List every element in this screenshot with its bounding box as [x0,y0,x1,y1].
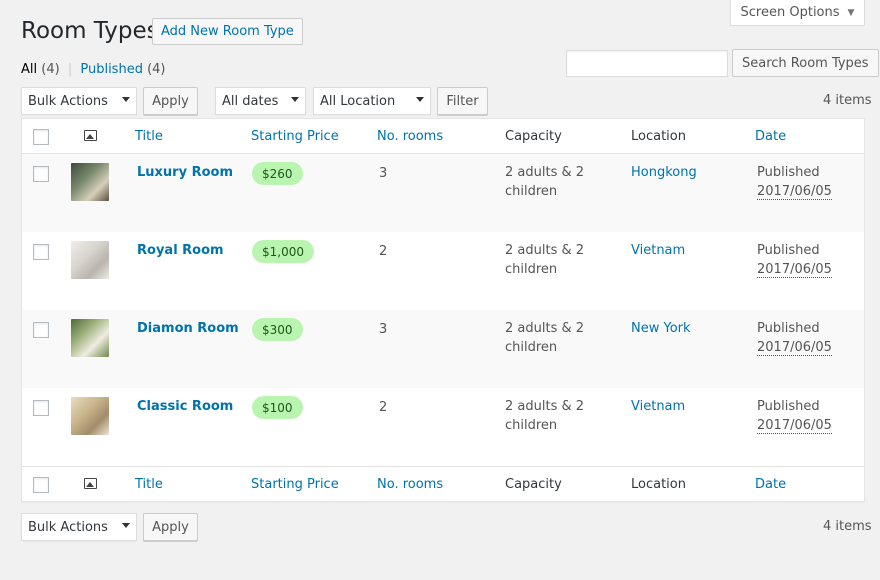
room-thumbnail[interactable] [71,241,109,279]
location-filter-select[interactable]: All Location [313,87,431,115]
capacity-text: 2 adults & 2 children [505,399,585,433]
status-text: Published [757,321,820,336]
status-filter-links: All (4) | Published (4) [21,62,166,77]
image-icon [84,130,97,141]
select-all-checkbox-bottom[interactable] [33,477,49,493]
chevron-down-icon [416,97,424,102]
chevron-down-icon [122,523,130,528]
chevron-down-icon [291,97,299,102]
apply-button-top[interactable]: Apply [143,87,198,115]
capacity-text: 2 adults & 2 children [505,321,585,355]
column-location: Location [631,129,686,144]
column-date[interactable]: Date [755,129,786,144]
status-text: Published [757,399,820,414]
location-link[interactable]: Vietnam [631,243,685,258]
row-checkbox[interactable] [33,322,49,338]
search-input[interactable] [566,50,728,77]
column-location: Location [631,477,686,492]
column-no-rooms[interactable]: No. rooms [377,129,443,144]
price-badge: $1,000 [252,240,314,263]
publish-date: 2017/06/05 [757,418,832,434]
column-capacity: Capacity [505,477,562,492]
publish-date: 2017/06/05 [757,340,832,356]
price-badge: $100 [252,396,303,419]
room-title-link[interactable]: Diamon Room [137,321,239,336]
table-row: Classic Room $100 2 2 adults & 2 childre… [22,388,864,466]
rooms-count: 2 [379,400,388,415]
bulk-actions-select-top[interactable]: Bulk Actions [21,87,137,115]
location-filter-value: All Location [320,93,396,109]
row-checkbox[interactable] [33,244,49,260]
select-all-checkbox[interactable] [33,129,49,145]
filter-published-label: Published [80,62,143,77]
bulk-actions-value: Bulk Actions [28,519,108,535]
table-row: Luxury Room $260 3 2 adults & 2 children… [22,154,864,232]
image-icon [84,478,97,489]
table-row: Royal Room $1,000 2 2 adults & 2 childre… [22,232,864,310]
location-link[interactable]: Vietnam [631,399,685,414]
publish-date: 2017/06/05 [757,262,832,278]
search-room-types-button[interactable]: Search Room Types [732,49,879,77]
status-text: Published [757,243,820,258]
table-row: Diamon Room $300 3 2 adults & 2 children… [22,310,864,388]
filter-published-link[interactable]: Published (4) [80,62,165,77]
filter-published-count: (4) [147,62,166,77]
price-badge: $260 [252,162,303,185]
room-title-link[interactable]: Royal Room [137,243,224,258]
column-no-rooms[interactable]: No. rooms [377,477,443,492]
page-title: Room Types [21,18,159,44]
screen-options-label: Screen Options [740,5,840,20]
room-title-link[interactable]: Luxury Room [137,165,233,180]
column-title[interactable]: Title [135,477,163,492]
filter-button[interactable]: Filter [437,87,488,115]
publish-date: 2017/06/05 [757,184,832,200]
dates-filter-value: All dates [222,93,279,109]
filter-all-count: (4) [41,62,60,77]
caret-down-icon: ▼ [847,7,855,18]
screen-options-button[interactable]: Screen Options ▼ [730,0,865,26]
bulk-actions-value: Bulk Actions [28,93,108,109]
rooms-count: 2 [379,244,388,259]
room-thumbnail[interactable] [71,163,109,201]
rooms-count: 3 [379,166,388,181]
capacity-text: 2 adults & 2 children [505,243,585,277]
row-checkbox[interactable] [33,400,49,416]
column-capacity: Capacity [505,129,562,144]
room-types-table: Title Starting Price No. rooms Capacity … [21,118,865,502]
date-cell: Published 2017/06/05 [757,163,832,201]
table-header: Title Starting Price No. rooms Capacity … [22,119,864,154]
items-count-bottom: 4 items [823,519,872,534]
capacity-text: 2 adults & 2 children [505,165,585,199]
row-checkbox[interactable] [33,166,49,182]
price-badge: $300 [252,318,303,341]
filter-separator: | [67,62,73,77]
room-thumbnail[interactable] [71,319,109,357]
chevron-down-icon [122,97,130,102]
filter-all-label: All [21,62,38,77]
column-starting-price[interactable]: Starting Price [251,477,339,492]
add-new-room-type-button[interactable]: Add New Room Type [152,18,303,45]
date-cell: Published 2017/06/05 [757,397,832,435]
date-cell: Published 2017/06/05 [757,319,832,357]
apply-button-bottom[interactable]: Apply [143,513,198,541]
bulk-actions-select-bottom[interactable]: Bulk Actions [21,513,137,541]
dates-filter-select[interactable]: All dates [215,87,306,115]
room-title-link[interactable]: Classic Room [137,399,233,414]
date-cell: Published 2017/06/05 [757,241,832,279]
filter-all-link[interactable]: All (4) [21,62,60,77]
status-text: Published [757,165,820,180]
column-date[interactable]: Date [755,477,786,492]
table-footer: Title Starting Price No. rooms Capacity … [22,466,864,501]
column-title[interactable]: Title [135,129,163,144]
location-link[interactable]: New York [631,321,691,336]
rooms-count: 3 [379,322,388,337]
items-count-top: 4 items [823,93,872,108]
room-thumbnail[interactable] [71,397,109,435]
column-starting-price[interactable]: Starting Price [251,129,339,144]
location-link[interactable]: Hongkong [631,165,697,180]
